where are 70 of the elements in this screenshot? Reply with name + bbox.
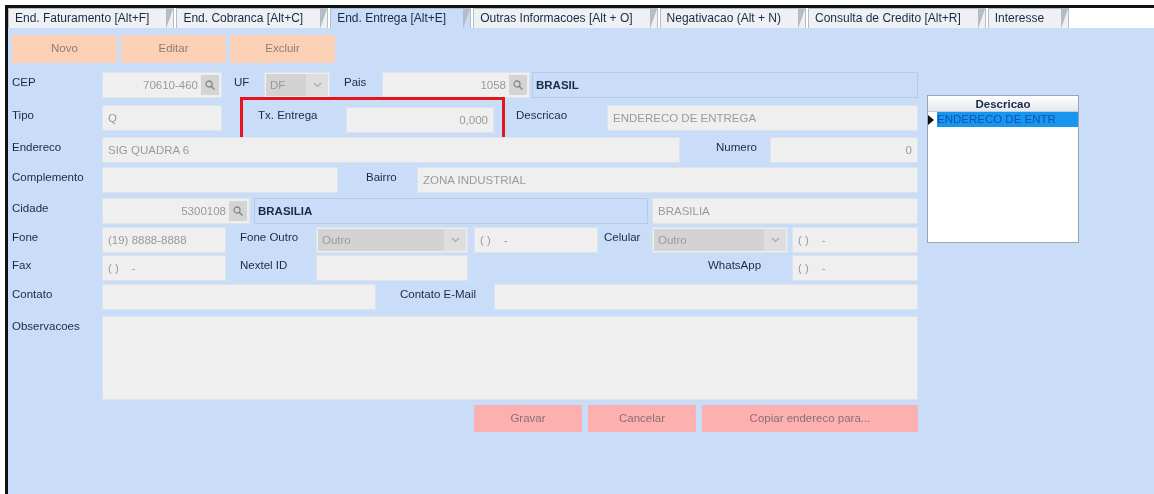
input-field[interactable]: 70610-460 [102,72,222,98]
search-icon [205,80,215,90]
field-label: Nextel ID [240,258,289,273]
input-field[interactable]: (19) 8888-8888 [102,227,226,253]
lookup-button[interactable] [509,75,527,95]
input-field[interactable]: ( ) - [102,255,226,281]
tab[interactable]: Consulta de Credito [Alt+R] [808,8,986,28]
input-field[interactable]: SIG QUADRA 6 [102,137,680,163]
search-icon [233,206,243,216]
field-label: Tx. Entrega [258,108,319,123]
input-field[interactable]: ( ) - [792,255,918,281]
tab[interactable]: Interesse [987,8,1070,28]
field-label: Descricao [516,108,569,123]
field-label: Fax [12,258,33,273]
input-field[interactable]: ( ) - [474,227,598,253]
tab[interactable]: End. Faturamento [Alt+F] [8,8,175,28]
input-field[interactable] [316,255,468,281]
input-field[interactable]: Q [102,105,222,131]
tab[interactable]: Negativacao (Alt + N) [659,8,806,28]
field-label: Celular [604,230,642,245]
action-button[interactable]: Cancelar [588,405,696,432]
grid-cell[interactable]: ENDERECO DE ENTR [937,112,1078,127]
field-label: CEP [12,75,37,90]
dropdown[interactable]: DF [264,72,330,98]
lookup-button[interactable] [201,75,219,95]
toolbar-button[interactable]: Editar [121,35,226,63]
field-label: Contato [12,287,54,302]
field-label: Contato E-Mail [400,287,478,302]
field-label: UF [234,75,251,90]
search-icon [513,80,523,90]
input-field[interactable]: BRASILIA [652,198,918,224]
lookup-button[interactable] [229,201,247,221]
input-field[interactable]: ENDERECO DE ENTREGA [607,105,918,131]
input-field[interactable] [102,167,338,193]
field-label: Complemento [12,170,85,185]
name-display: BRASIL [532,72,918,98]
chevron-down-icon [450,237,460,243]
input-field[interactable]: 0,000 [346,107,494,133]
field-label: Endereco [12,140,63,155]
field-label: Observacoes [12,319,81,334]
input-field[interactable]: ( ) - [792,227,918,253]
tab[interactable]: End. Entrega [Alt+E] [330,8,472,28]
text-area[interactable] [102,316,918,400]
dropdown[interactable]: Outro [316,227,468,253]
input-field[interactable]: 1058 [382,72,530,98]
dropdown[interactable]: Outro [652,227,788,253]
input-field[interactable]: ZONA INDUSTRIAL [417,167,918,193]
field-label: Fone [12,230,40,245]
input-field[interactable] [102,284,376,310]
row-pointer-icon [928,114,934,125]
column-header: Descricao [928,96,1078,112]
field-label: Tipo [12,108,35,123]
field-label: Bairro [366,170,398,185]
toolbar-button[interactable]: Novo [12,35,117,63]
field-label: Numero [716,140,758,155]
field-label: Pais [344,75,368,90]
input-field[interactable] [494,284,918,310]
action-button[interactable]: Gravar [474,405,582,432]
field-label: Cidade [12,201,50,216]
chevron-down-icon [312,82,322,88]
name-display: BRASILIA [254,198,648,224]
chevron-down-icon [770,237,780,243]
input-field[interactable]: 5300108 [102,198,250,224]
field-label: Fone Outro [240,230,300,245]
field-label: WhatsApp [708,258,763,273]
action-button[interactable]: Copiar endereco para... [702,405,918,432]
tab[interactable]: Outras Informacoes [Alt + O] [473,8,658,28]
input-field[interactable]: 0 [770,137,918,163]
tab[interactable]: End. Cobranca [Alt+C] [176,8,329,28]
toolbar-button[interactable]: Excluir [230,35,335,63]
